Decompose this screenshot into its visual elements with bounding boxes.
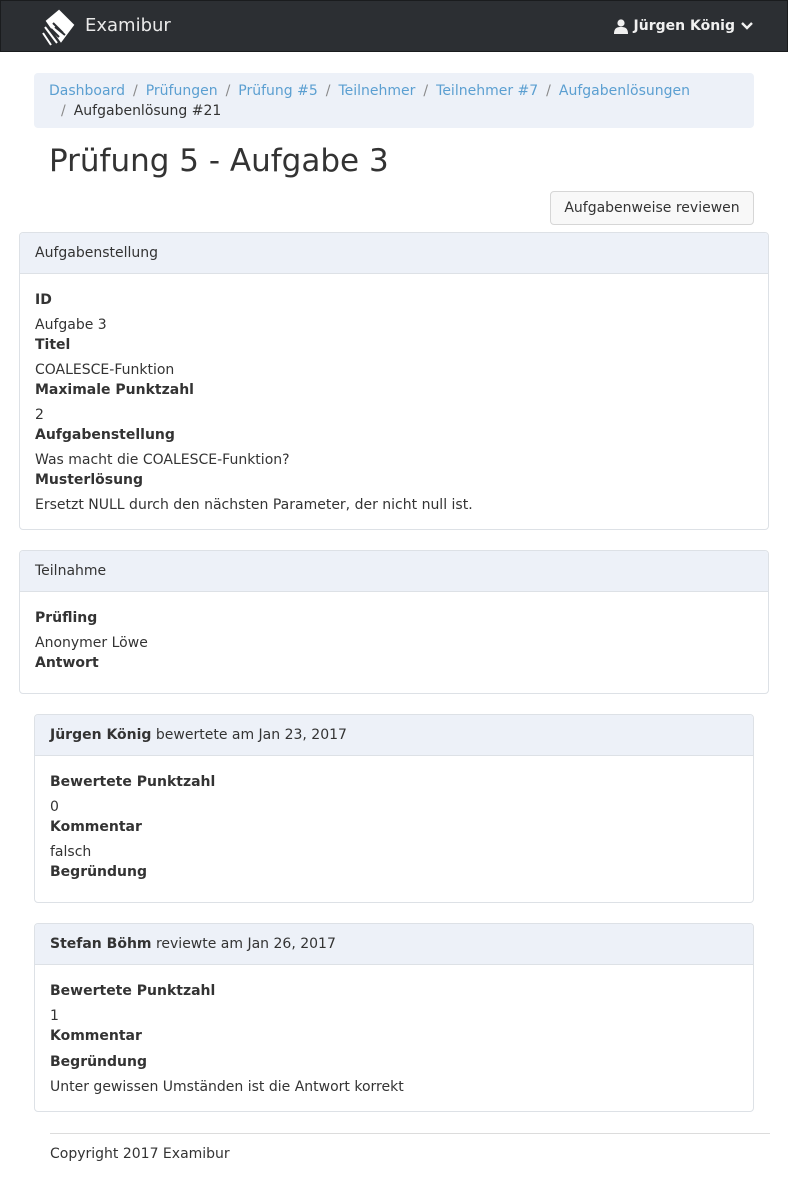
points-value: 0: [50, 799, 59, 815]
points-value: 1: [50, 1008, 59, 1024]
reason-label: Begründung: [50, 864, 148, 880]
page-title: Prüfung 5 - Aufgabe 3: [49, 143, 389, 179]
breadcrumb-dashboard[interactable]: Dashboard: [49, 83, 125, 99]
user-icon: [613, 18, 628, 34]
breadcrumb-participants[interactable]: Teilnehmer: [338, 83, 415, 99]
breadcrumb-separator: /: [546, 83, 551, 99]
review-panel: Stefan Böhm reviewte am Jan 26, 2017 Bew…: [34, 923, 754, 1112]
points-label: Bewertete Punktzahl: [50, 983, 216, 999]
reason-label: Begründung: [50, 1054, 148, 1070]
reviewer-name: Stefan Böhm: [50, 936, 152, 952]
max-points-label: Maximale Punktzahl: [35, 382, 194, 398]
evaluation-panel: Jürgen König bewertete am Jan 23, 2017 B…: [34, 714, 754, 903]
breadcrumb-separator: /: [132, 83, 138, 99]
answer-label: Antwort: [35, 655, 99, 671]
comment-value: falsch: [50, 844, 92, 860]
breadcrumb-participant-7[interactable]: Teilnehmer #7: [436, 83, 538, 99]
breadcrumb-separator: /: [423, 83, 429, 99]
evaluation-heading: Jürgen König bewertete am Jan 23, 2017: [35, 715, 753, 756]
chevron-down-icon: [741, 22, 753, 30]
comment-label: Kommentar: [50, 1028, 142, 1044]
breadcrumb-separator: /: [325, 83, 331, 99]
breadcrumb-solutions[interactable]: Aufgabenlösungen: [559, 83, 690, 99]
comment-label: Kommentar: [50, 819, 142, 835]
task-id-label: ID: [35, 292, 52, 308]
review-heading: Stefan Böhm reviewte am Jan 26, 2017: [35, 924, 753, 965]
scroll-logo-icon: [42, 9, 75, 46]
solution-label: Musterlösung: [35, 472, 144, 488]
task-title-value: COALESCE-Funktion: [35, 362, 175, 378]
brand-logo-link[interactable]: [41, 7, 77, 47]
breadcrumb-current: Aufgabenlösung #21: [73, 103, 222, 119]
breadcrumb-exams[interactable]: Prüfungen: [146, 83, 218, 99]
reason-value: Unter gewissen Umständen ist die Antwort…: [50, 1079, 404, 1095]
participation-panel: Teilnahme Prüfling Anonymer Löwe Antwort: [19, 550, 769, 694]
footer-divider: [50, 1133, 770, 1134]
review-action: reviewte am Jan 26, 2017: [155, 936, 336, 952]
breadcrumb-exam-5[interactable]: Prüfung #5: [238, 83, 317, 99]
task-id-value: Aufgabe 3: [35, 317, 107, 333]
brand-name[interactable]: Examibur: [85, 15, 171, 36]
evaluator-name: Jürgen König: [50, 727, 152, 743]
task-panel: Aufgabenstellung ID Aufgabe 3 Titel COAL…: [19, 232, 769, 530]
candidate-value: Anonymer Löwe: [35, 635, 148, 651]
max-points-value: 2: [35, 407, 44, 423]
user-menu-toggle[interactable]: Jürgen König: [613, 18, 753, 34]
breadcrumb-separator: /: [61, 103, 66, 119]
question-value: Was macht die COALESCE-Funktion?: [35, 452, 290, 468]
task-title-label: Titel: [35, 337, 71, 353]
evaluation-action: bewertete am Jan 23, 2017: [155, 727, 347, 743]
review-by-task-button[interactable]: Aufgabenweise reviewen: [550, 191, 754, 225]
candidate-label: Prüfling: [35, 610, 98, 626]
breadcrumb: Dashboard / Prüfungen / Prüfung #5 / Teilnehme…: [34, 73, 754, 128]
points-label: Bewertete Punktzahl: [50, 774, 216, 790]
question-label: Aufgabenstellung: [35, 427, 175, 443]
footer-copyright: Copyright 2017 Examibur: [50, 1146, 230, 1162]
solution-value: Ersetzt NULL durch den nächsten Paramete…: [35, 497, 473, 513]
participation-panel-heading: Teilnahme: [20, 551, 768, 592]
breadcrumb-separator: /: [225, 83, 231, 99]
top-navbar: Examibur Jürgen König: [0, 0, 788, 52]
task-panel-heading: Aufgabenstellung: [20, 233, 768, 274]
user-name: Jürgen König: [633, 18, 735, 34]
